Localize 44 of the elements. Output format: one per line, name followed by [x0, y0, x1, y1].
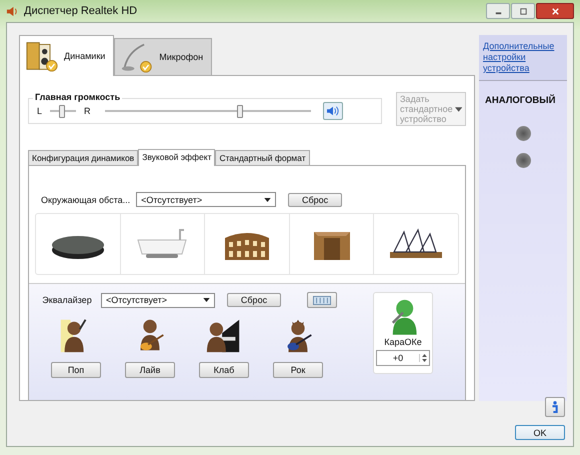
speaker-button[interactable] — [322, 102, 343, 120]
maximize-icon — [518, 6, 528, 16]
equalizer-preset-button[interactable]: Лайв — [125, 362, 175, 378]
caret-icon — [454, 106, 462, 112]
volume-label: Главная громкость — [33, 92, 122, 102]
dropdown-arrow-icon — [203, 298, 210, 302]
balance-thumb[interactable] — [58, 104, 65, 118]
equalizer-preset-button[interactable]: Поп — [51, 362, 101, 378]
environment-reset-button[interactable]: Сброс — [288, 192, 342, 206]
device-tab[interactable]: Микрофон — [114, 38, 212, 75]
device-tab[interactable]: Динамики — [19, 35, 114, 76]
equalizer-label: Эквалайзер — [41, 295, 93, 305]
volume-thumb[interactable] — [237, 104, 244, 118]
speaker-icon — [6, 4, 19, 18]
analog-heading: АНАЛОГОВЫЙ — [484, 95, 556, 106]
equalizer-preset-button[interactable]: Рок — [273, 362, 323, 378]
balance-right-label: R — [84, 106, 91, 116]
info-icon — [550, 400, 560, 414]
equalizer-dropdown[interactable]: <Отсутствует> — [101, 292, 215, 308]
effect-tab[interactable]: Стандартный формат — [215, 150, 310, 165]
effect-tab[interactable]: Конфигурация динамиков — [28, 150, 138, 165]
info-button[interactable] — [545, 397, 565, 417]
equalizer-reset-button[interactable]: Сброс — [227, 293, 281, 307]
close-icon — [550, 6, 560, 16]
karaoke-spinner[interactable]: +0 — [376, 350, 430, 366]
graphic-equalizer-button[interactable] — [307, 292, 337, 308]
equalizer-icon — [313, 296, 331, 304]
ok-button[interactable]: OK — [515, 425, 565, 440]
close-button[interactable] — [536, 3, 574, 19]
dropdown-arrow-icon — [264, 198, 272, 202]
environment-dropdown[interactable]: <Отсутствует> — [136, 192, 276, 207]
speaker-icon — [326, 105, 340, 117]
karaoke-label: КараОКе — [384, 337, 422, 347]
window-title: Диспетчер Realtek HD — [24, 5, 138, 17]
balance-left-label: L — [37, 106, 42, 116]
effect-tab[interactable]: Звуковой эффект — [138, 149, 216, 166]
environment-label: Окружающая обста... — [41, 194, 130, 204]
audio-jack-icon[interactable] — [516, 153, 530, 168]
spin-up-icon[interactable] — [422, 354, 427, 357]
maximize-button[interactable] — [511, 3, 535, 19]
spin-down-icon[interactable] — [422, 359, 427, 362]
audio-jack-icon[interactable] — [516, 126, 530, 141]
equalizer-preset-button[interactable]: Клаб — [199, 362, 249, 378]
speakers-icon — [24, 40, 60, 72]
